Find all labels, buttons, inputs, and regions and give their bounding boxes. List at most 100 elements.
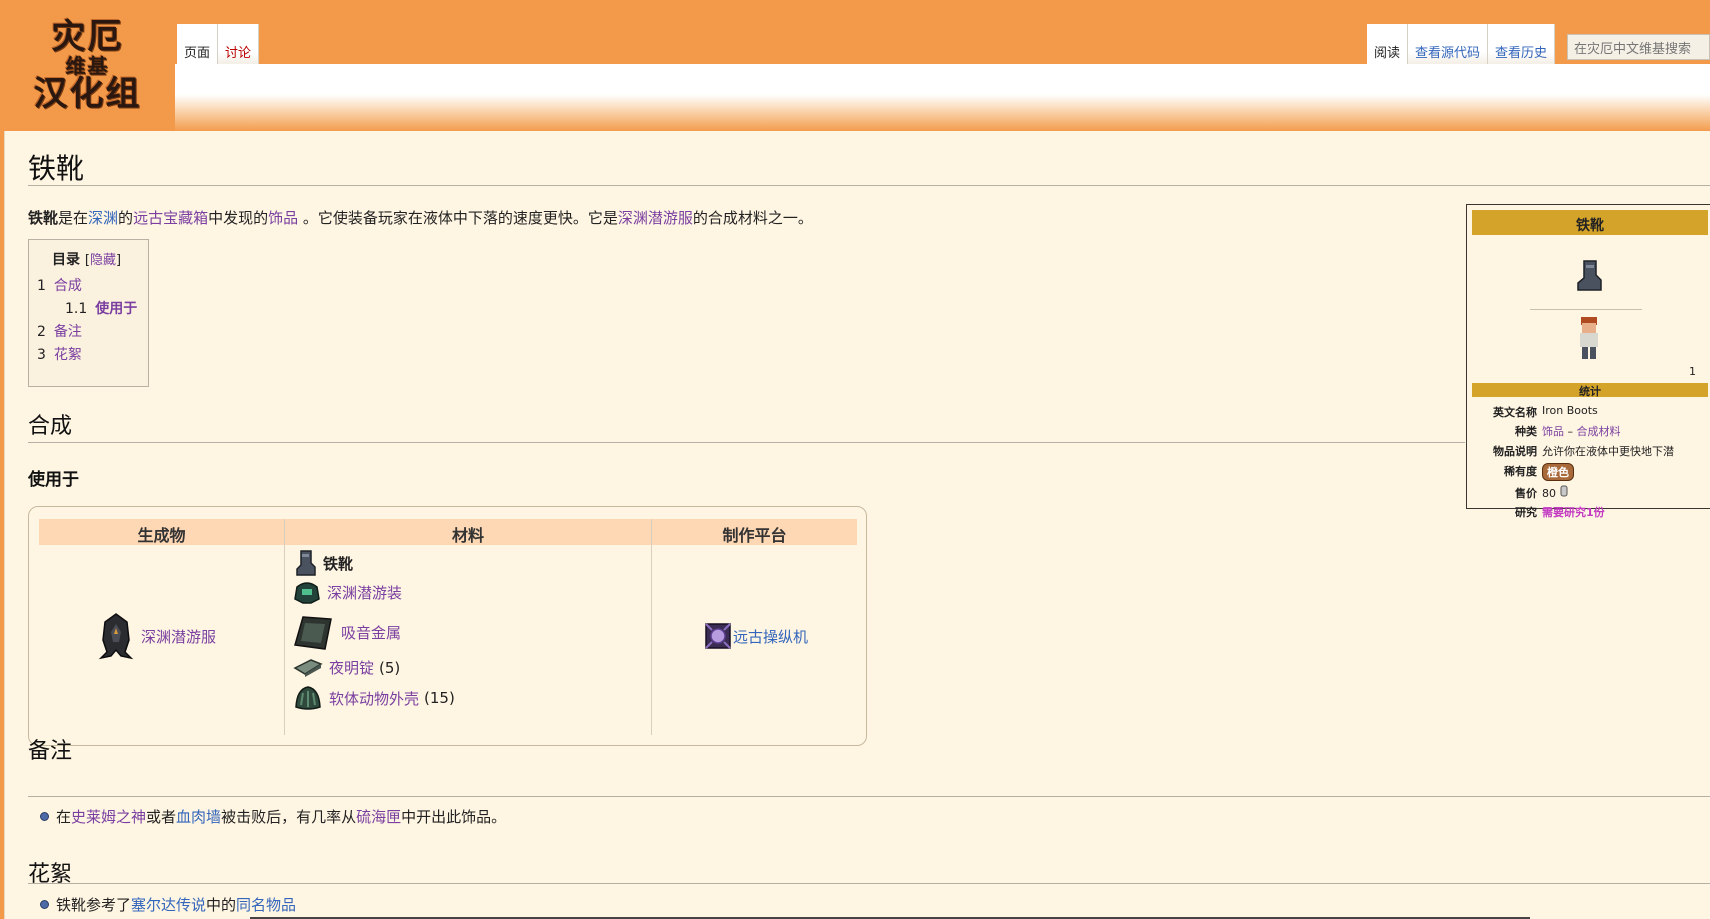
mollusk-husk-icon [295, 686, 321, 710]
site-logo[interactable]: 灾厄 维基 汉化组 [0, 0, 175, 132]
page-title: 铁靴 [28, 152, 85, 185]
notes-text: 中开出此饰品。 [401, 808, 507, 826]
ingredient-name: 铁靴 [323, 554, 354, 573]
link-accessory[interactable]: 饰品 [268, 209, 298, 227]
infobox-value: 饰品 – 合成材料 [1542, 423, 1621, 439]
link-accessory[interactable]: 饰品 [1542, 425, 1564, 438]
section-divider [28, 883, 1710, 884]
toc-link[interactable]: 合成 [54, 278, 82, 294]
ingredient-row[interactable]: 夜明锭 (5) [293, 657, 400, 678]
title-divider [28, 185, 1710, 186]
link-sulphurous-crate[interactable]: 硫海匣 [356, 806, 401, 827]
logo-line-1: 灾厄 [51, 16, 124, 57]
infobox-stats-header: 统计 [1472, 383, 1708, 398]
trivia-text: 铁靴参考了 [56, 896, 132, 914]
abyssal-diving-suit-icon [98, 613, 134, 660]
search-input[interactable] [1567, 34, 1710, 60]
link-slime-god[interactable]: 史莱姆之神 [71, 806, 146, 827]
player-character-icon [1580, 317, 1598, 359]
infobox-value: 允许你在液体中更快地下潜 [1542, 445, 1674, 458]
toc-title: 目录 [隐藏] [52, 249, 121, 269]
infobox-value: 80 [1542, 485, 1568, 500]
link-crafting-material[interactable]: 合成材料 [1577, 425, 1621, 438]
infobox-divider [1530, 309, 1642, 310]
section-used-in-heading: 使用于 [28, 470, 79, 490]
link-same-name-item[interactable]: 同名物品 [236, 894, 296, 915]
recipe-header-station: 制作平台 [652, 519, 857, 545]
notes-text: 被击败后，有几率从 [221, 808, 357, 826]
toc-item-notes[interactable]: 2 备注 [37, 321, 82, 341]
toc-link[interactable]: 备注 [54, 324, 82, 340]
link-abyss[interactable]: 深渊 [88, 209, 118, 227]
toc-link[interactable]: 花絮 [54, 347, 82, 363]
infobox-key: 稀有度 [1504, 465, 1537, 478]
ingredient-quantity: (15) [424, 689, 455, 707]
link-abyssal-diving-gear[interactable]: 深渊潜游装 [327, 582, 402, 603]
table-of-contents: 目录 [隐藏] 1 合成 1.1 使用于 2 备注 3 花絮 [28, 239, 149, 387]
tab-read[interactable]: 阅读 [1367, 24, 1409, 64]
header-band [168, 64, 1710, 132]
toc-number: 3 [37, 347, 46, 363]
ingredient-quantity: (5) [379, 658, 401, 677]
link-sound-absorbing-metal[interactable]: 吸音金属 [341, 622, 401, 643]
recipe-header-ingredients: 材料 [285, 519, 651, 545]
depth-cells-bar-icon [293, 658, 323, 677]
ingredient-row[interactable]: 吸音金属 [293, 613, 401, 651]
section-crafting-heading: 合成 [28, 414, 73, 439]
notes-list-item: 在史莱姆之神 或者 血肉墙 被击败后，有几率从 硫海匣 中开出此饰品。 [40, 806, 506, 827]
toc-bracket: ] [115, 253, 122, 268]
intro-text: 。它使装备玩家在液体中下落的速度更快。它是 [298, 209, 618, 227]
recipe-header-result: 生成物 [39, 519, 284, 545]
toc-item-crafting[interactable]: 1 合成 [37, 275, 82, 295]
link-ancient-manipulator[interactable]: 远古操纵机 [733, 626, 808, 647]
column-divider [651, 519, 652, 735]
tab-page[interactable]: 页面 [177, 24, 219, 64]
link-abyssal-diving-suit[interactable]: 深渊潜游服 [618, 209, 693, 227]
view-tabs: 阅读 查看源代码 查看历史 [1367, 24, 1556, 64]
toc-link[interactable]: 使用于 [95, 301, 137, 317]
infobox-key: 英文名称 [1493, 406, 1537, 419]
namespace-tabs: 页面 讨论 [177, 24, 260, 64]
link-abyssal-diving-suit[interactable]: 深渊潜游服 [141, 626, 216, 647]
trivia-text: 中的 [206, 896, 237, 914]
toc-number: 2 [37, 324, 46, 340]
toc-item-used-in[interactable]: 1.1 使用于 [65, 298, 137, 318]
site-header: 灾厄 维基 汉化组 页面 讨论 阅读 查看源代码 查看历史 [0, 0, 1710, 132]
intro-text: 中发现的 [208, 209, 269, 227]
tab-view-history[interactable]: 查看历史 [1488, 24, 1556, 64]
trivia-list-item: 铁靴参考了 塞尔达传说 中的 同名物品 [40, 894, 296, 915]
link-zelda[interactable]: 塞尔达传说 [131, 894, 206, 915]
abyssal-diving-gear-icon [294, 582, 320, 604]
link-mollusk-husk[interactable]: 软体动物外壳 [329, 688, 419, 709]
notes-text: 在 [56, 808, 72, 826]
sell-value: 80 [1542, 487, 1556, 500]
ingredient-row[interactable]: 软体动物外壳 (15) [293, 683, 455, 713]
crafting-station[interactable]: 远古操纵机 [703, 621, 808, 651]
infobox-value: Iron Boots [1542, 404, 1598, 417]
infobox-value: 需要研究1份 [1542, 506, 1605, 519]
iron-boots-icon [1577, 260, 1602, 291]
tab-view-source[interactable]: 查看源代码 [1408, 24, 1489, 64]
ingredient-row[interactable]: 铁靴 [293, 549, 353, 577]
item-infobox: 铁靴 1 统计 英文名称 Iron Boots 种类 饰品 – 合成材料 物品说… [1466, 204, 1710, 519]
toc-number: 1 [37, 278, 46, 294]
intro-text: 的 [118, 209, 134, 227]
infobox-key: 售价 [1515, 487, 1537, 500]
recipe-table: 生成物 材料 制作平台 深渊潜游服 铁靴 深渊潜游装 吸音金属 夜明锭 (5) … [28, 506, 867, 746]
silver-coin-icon [1560, 485, 1567, 497]
toc-item-trivia[interactable]: 3 花絮 [37, 344, 82, 364]
ingredient-row[interactable]: 深渊潜游装 [293, 579, 402, 605]
column-divider [284, 519, 285, 735]
toc-toggle[interactable]: [隐藏] [85, 253, 121, 268]
section-divider [28, 796, 1710, 797]
tab-discussion[interactable]: 讨论 [218, 24, 260, 64]
toc-hide-link[interactable]: 隐藏 [90, 253, 116, 268]
infobox-title: 铁靴 [1472, 210, 1708, 235]
link-night-bar[interactable]: 夜明锭 [329, 657, 374, 678]
recipe-result[interactable]: 深渊潜游服 [97, 612, 216, 660]
infobox-key: 种类 [1515, 425, 1537, 438]
link-wall-of-flesh[interactable]: 血肉墙 [176, 806, 221, 827]
intro-bold-term: 铁靴 [28, 209, 59, 227]
rarity-badge: 橙色 [1542, 463, 1574, 481]
link-ancient-treasure-chest[interactable]: 远古宝藏箱 [133, 209, 208, 227]
